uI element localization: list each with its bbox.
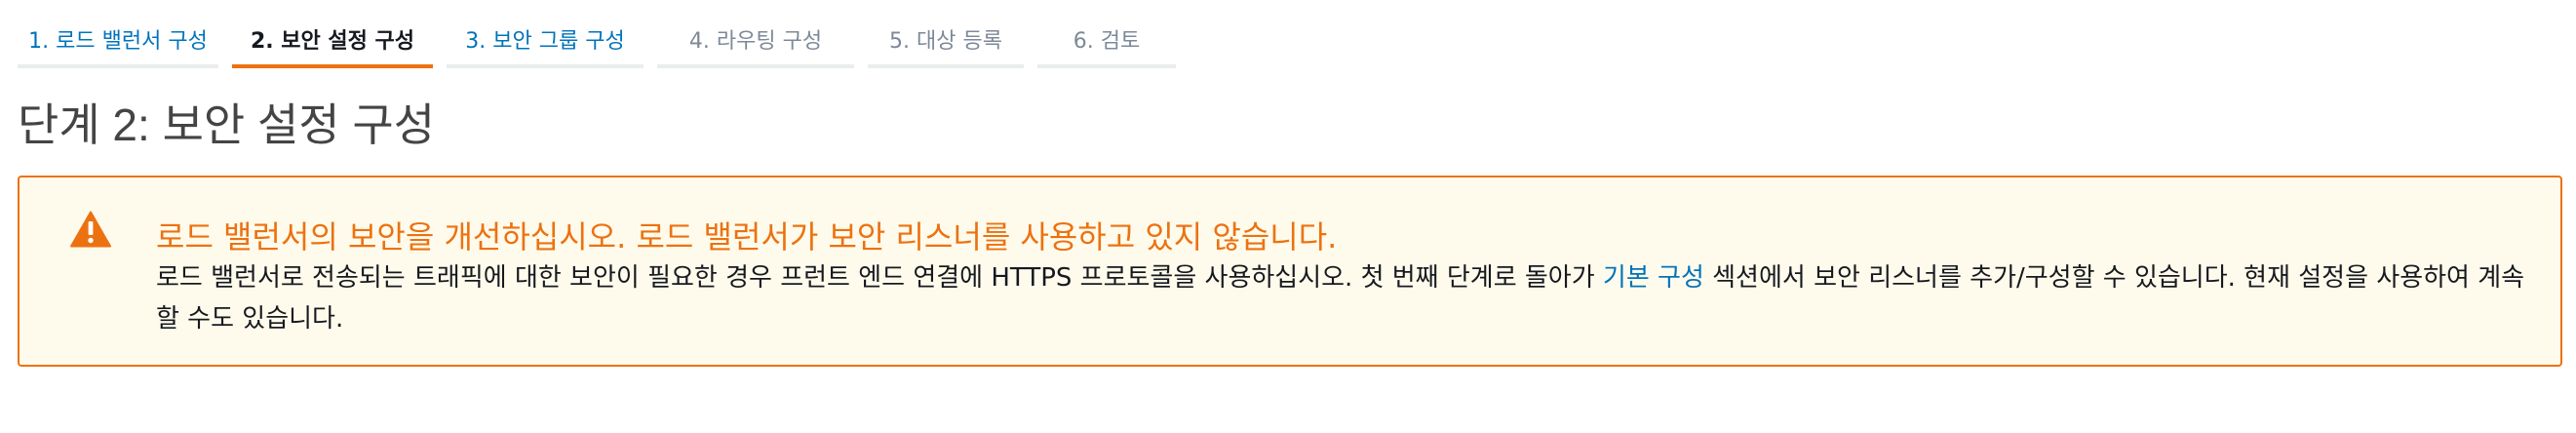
alert-message: 로드 밸런서로 전송되는 트래픽에 대한 보안이 필요한 경우 프런트 엔드 연… [156,257,2525,339]
step-tab-register-targets: 5. 대상 등록 [868,12,1024,68]
page-title: 단계 2: 보안 설정 구성 [18,99,436,150]
warning-triangle-icon [70,211,111,248]
step-tab-label: 6. 검토 [1073,29,1141,54]
step-tab-configure-routing: 4. 라우팅 구성 [657,12,854,68]
step-tab-label: 4. 라우팅 구성 [688,29,823,54]
step-tab-label: 3. 보안 그룹 구성 [465,29,625,54]
step-tab-label: 2. 보안 설정 구성 [250,29,415,54]
step-tab-label: 5. 대상 등록 [889,29,1002,54]
wizard-steps: 1. 로드 밸런서 구성 2. 보안 설정 구성 3. 보안 그룹 구성 4. … [18,12,1176,68]
security-warning-alert: 로드 밸런서의 보안을 개선하십시오. 로드 밸런서가 보안 리스너를 사용하고… [18,176,2562,367]
step-tab-configure-security-settings[interactable]: 2. 보안 설정 구성 [232,12,433,68]
step-tab-configure-security-groups[interactable]: 3. 보안 그룹 구성 [447,12,644,68]
step-tab-label: 1. 로드 밸런서 구성 [28,29,208,54]
step-tab-configure-load-balancer[interactable]: 1. 로드 밸런서 구성 [18,12,218,68]
alert-title: 로드 밸런서의 보안을 개선하십시오. 로드 밸런서가 보안 리스너를 사용하고… [156,218,1338,256]
step-tab-review: 6. 검토 [1037,12,1176,68]
basic-configuration-link[interactable]: 기본 구성 [1603,263,1704,293]
page: 1. 로드 밸런서 구성 2. 보안 설정 구성 3. 보안 그룹 구성 4. … [0,0,2576,433]
alert-message-text: 로드 밸런서로 전송되는 트래픽에 대한 보안이 필요한 경우 프런트 엔드 연… [156,263,1603,293]
